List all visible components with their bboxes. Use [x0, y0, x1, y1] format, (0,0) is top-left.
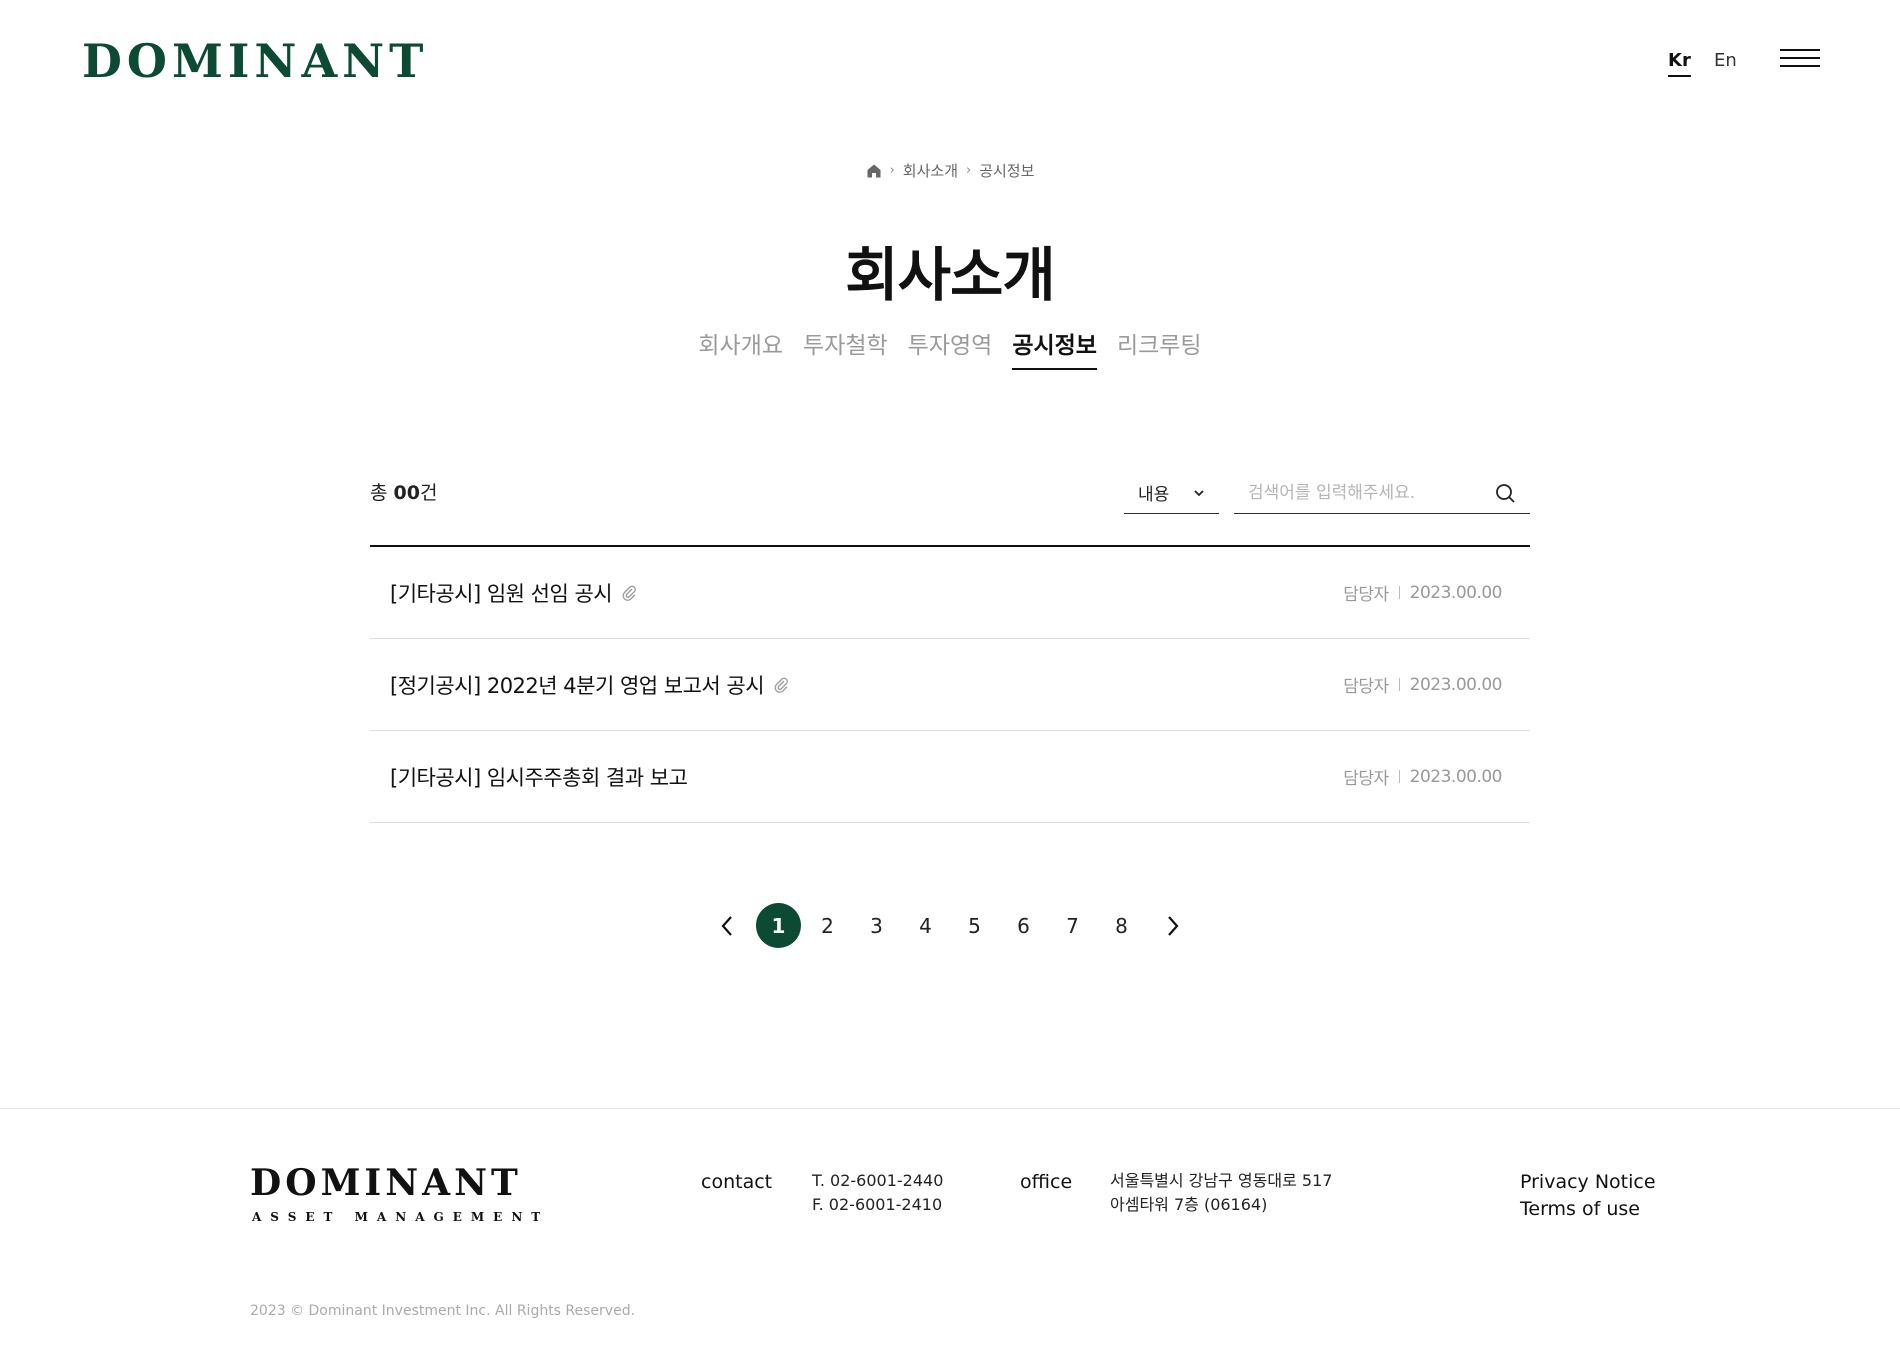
page-button-2[interactable]: 2	[805, 903, 850, 948]
menu-icon[interactable]	[1780, 49, 1820, 71]
page-button-5[interactable]: 5	[952, 903, 997, 948]
prev-page-button[interactable]	[702, 903, 752, 948]
tab-investment-philosophy[interactable]: 투자철학	[803, 326, 888, 370]
item-author: 담당자	[1343, 769, 1389, 789]
page-button-8[interactable]: 8	[1099, 903, 1144, 948]
lang-kr-link[interactable]: Kr	[1668, 50, 1691, 77]
office-address: 서울특별시 강남구 영동대로 517 아셈타워 7층 (06164)	[1110, 1169, 1332, 1217]
breadcrumb: › 회사소개 › 공시정보	[0, 160, 1900, 181]
tab-company-overview[interactable]: 회사개요	[698, 326, 783, 370]
divider	[1398, 586, 1400, 599]
page-button-1[interactable]: 1	[756, 903, 801, 948]
sub-navigation: 회사개요 투자철학 투자영역 공시정보 리크루팅	[0, 326, 1900, 370]
attachment-icon	[774, 677, 788, 693]
page-button-3[interactable]: 3	[854, 903, 899, 948]
disclosure-list: [기타공시] 임원 선임 공시 담당자 2023.00.00 [정기공시] 20…	[370, 545, 1530, 823]
count-value: 00	[393, 482, 420, 504]
site-logo[interactable]: DOMINANT	[82, 38, 428, 84]
search-box	[1234, 472, 1530, 514]
footer-logo-subtitle: ASSET MANAGEMENT	[252, 1210, 550, 1224]
lang-en-link[interactable]: En	[1714, 50, 1737, 71]
list-item[interactable]: [기타공시] 임원 선임 공시 담당자 2023.00.00	[370, 547, 1530, 639]
contact-label: contact	[701, 1171, 773, 1193]
attachment-icon	[622, 585, 636, 601]
divider	[1398, 678, 1400, 691]
breadcrumb-level1[interactable]: 회사소개	[903, 160, 958, 181]
search-filter-select[interactable]: 내용	[1124, 472, 1219, 514]
filter-label: 내용	[1138, 485, 1170, 505]
footer: DOMINANT ASSET MANAGEMENT contact T. 02-…	[0, 1108, 1900, 1360]
divider	[1398, 770, 1400, 783]
pagination: 1 2 3 4 5 6 7 8	[0, 903, 1900, 948]
contact-info: T. 02-6001-2440 F. 02-6001-2410	[812, 1169, 943, 1217]
page-title: 회사소개	[845, 241, 1055, 309]
page-button-4[interactable]: 4	[903, 903, 948, 948]
chevron-down-icon	[1194, 489, 1204, 496]
next-page-button[interactable]	[1148, 903, 1198, 948]
item-title[interactable]: [기타공시] 임원 선임 공시	[390, 578, 613, 608]
list-item[interactable]: [기타공시] 임시주주총회 결과 보고 담당자 2023.00.00	[370, 731, 1530, 823]
copyright: 2023 © Dominant Investment Inc. All Righ…	[250, 1303, 636, 1319]
item-title[interactable]: [기타공시] 임시주주총회 결과 보고	[390, 762, 688, 792]
address-line-2: 아셈타워 7층 (06164)	[1110, 1195, 1268, 1214]
address-line-1: 서울특별시 강남구 영동대로 517	[1110, 1171, 1333, 1190]
privacy-notice-link[interactable]: Privacy Notice	[1520, 1171, 1656, 1193]
search-icon[interactable]	[1494, 482, 1516, 504]
terms-of-use-link[interactable]: Terms of use	[1520, 1198, 1640, 1220]
contact-tel: T. 02-6001-2440	[812, 1171, 944, 1190]
contact-fax: F. 02-6001-2410	[812, 1195, 943, 1214]
item-title[interactable]: [정기공시] 2022년 4분기 영업 보고서 공시	[390, 670, 765, 700]
tab-investment-area[interactable]: 투자영역	[908, 326, 993, 370]
item-author: 담당자	[1343, 585, 1389, 605]
chevron-right-icon: ›	[889, 163, 895, 178]
office-label: office	[1020, 1171, 1073, 1193]
chevron-right-icon	[1168, 915, 1179, 936]
page-button-6[interactable]: 6	[1001, 903, 1046, 948]
list-item[interactable]: [정기공시] 2022년 4분기 영업 보고서 공시 담당자 2023.00.0…	[370, 639, 1530, 731]
total-count: 총 00건	[370, 482, 438, 504]
page-button-7[interactable]: 7	[1050, 903, 1095, 948]
chevron-left-icon	[721, 915, 732, 936]
tab-disclosure[interactable]: 공시정보	[1012, 326, 1097, 370]
tab-recruiting[interactable]: 리크루팅	[1117, 326, 1202, 370]
breadcrumb-level2[interactable]: 공시정보	[979, 160, 1034, 181]
item-date: 2023.00.00	[1409, 674, 1503, 695]
item-date: 2023.00.00	[1409, 582, 1503, 603]
search-input[interactable]	[1248, 482, 1494, 503]
home-icon[interactable]	[866, 163, 882, 179]
footer-logo[interactable]: DOMINANT	[250, 1165, 522, 1201]
chevron-right-icon: ›	[966, 163, 972, 178]
item-author: 담당자	[1343, 677, 1389, 697]
item-date: 2023.00.00	[1409, 766, 1503, 787]
